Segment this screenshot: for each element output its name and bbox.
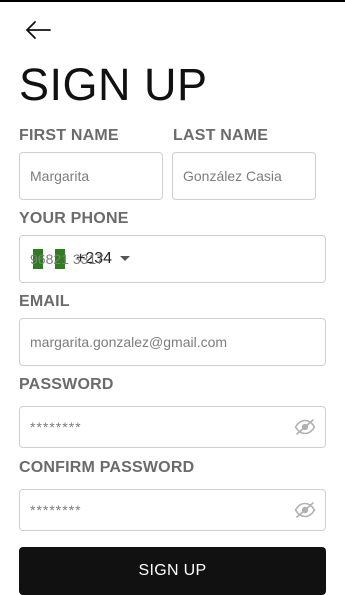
page-title: SIGN UP [19, 59, 208, 110]
first-name-label: FIRST NAME [19, 127, 119, 144]
top-divider [0, 0, 345, 2]
password-input[interactable] [30, 407, 285, 447]
email-input[interactable] [30, 319, 315, 365]
confirm-password-field[interactable] [19, 489, 326, 531]
phone-label: YOUR PHONE [19, 210, 129, 227]
sign-up-button[interactable]: SIGN UP [19, 547, 326, 595]
arrow-left-icon [26, 21, 51, 39]
confirm-password-label: CONFIRM PASSWORD [19, 459, 195, 476]
phone-number-input[interactable] [30, 236, 315, 282]
first-name-input[interactable] [30, 153, 152, 199]
last-name-label: LAST NAME [173, 127, 269, 144]
password-field[interactable] [19, 406, 326, 448]
email-field[interactable] [19, 318, 326, 366]
password-label: PASSWORD [19, 376, 114, 393]
last-name-field[interactable] [172, 152, 316, 200]
confirm-password-input[interactable] [30, 490, 285, 530]
phone-field[interactable]: +234 [19, 235, 326, 283]
last-name-input[interactable] [183, 153, 305, 199]
back-button[interactable] [22, 16, 54, 44]
email-label: EMAIL [19, 293, 70, 310]
eye-off-icon[interactable] [294, 419, 316, 435]
eye-off-icon[interactable] [294, 502, 316, 518]
first-name-field[interactable] [19, 152, 163, 200]
